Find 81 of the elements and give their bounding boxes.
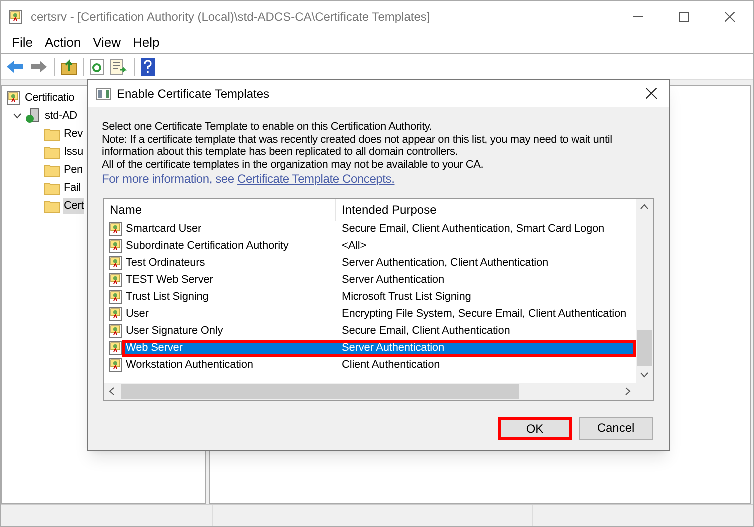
certificate-icon <box>109 324 123 338</box>
template-purpose: Secure Email, Client Authentication <box>342 324 510 339</box>
tree-item[interactable]: Fail <box>63 180 81 196</box>
tree-item[interactable]: Certificatio <box>24 90 75 106</box>
forward-arrow-icon[interactable] <box>30 60 48 74</box>
template-row[interactable]: TEST Web Server Server Authentication <box>125 272 636 288</box>
chevron-icon[interactable] <box>13 113 22 119</box>
folder-icon <box>44 128 60 140</box>
maximize-icon <box>679 12 689 22</box>
template-row[interactable]: Web Server Server Authentication <box>122 340 636 356</box>
close-icon <box>646 88 656 99</box>
tree-item[interactable]: Rev <box>63 126 83 142</box>
certificate-icon <box>109 340 123 356</box>
info-text: For more information, see <box>102 172 234 186</box>
template-purpose: Secure Email, Client Authentication, Smart Card Logon <box>342 222 605 237</box>
template-name: Workstation Authentication <box>126 358 254 373</box>
template-purpose: Client Authentication <box>342 358 440 373</box>
certificate-icon <box>109 256 123 270</box>
folder-icon <box>44 200 60 212</box>
folder-icon <box>44 164 60 176</box>
menu-item[interactable]: File <box>6 33 39 53</box>
back-arrow-icon[interactable] <box>6 60 24 74</box>
cancel-button[interactable]: Cancel <box>579 416 653 440</box>
folder-up-icon[interactable] <box>61 58 77 74</box>
template-name: Trust List Signing <box>126 290 210 305</box>
template-row[interactable]: Smartcard User Secure Email, Client Authentication, Smart Card Logon <box>125 220 636 238</box>
scroll-thumb[interactable] <box>121 384 519 398</box>
horizontal-scrollbar[interactable] <box>104 382 653 400</box>
template-purpose: Encrypting File System, Secure Email, Client Authentication <box>342 306 627 322</box>
certificate-icon <box>109 358 123 372</box>
tree-item[interactable]: Pen <box>63 162 83 178</box>
refresh-icon[interactable] <box>90 58 104 74</box>
help-icon[interactable] <box>141 58 155 76</box>
instruction-text: All of the certificate templates in the organization may not be available to your CA. <box>102 158 485 171</box>
tree-item[interactable]: Issu <box>63 144 84 160</box>
template-name: Smartcard User <box>126 222 203 237</box>
template-row[interactable]: User Signature Only Secure Email, Client Authentication <box>125 322 636 340</box>
server-icon <box>25 108 41 124</box>
instruction-text: Note: If a certificate template that was recently created does not appear on this list, you may need to wait until information about this template has been replicated to all domain controllers. <box>102 134 614 158</box>
certificate-icon <box>109 272 123 288</box>
template-name: Web Server <box>126 340 184 356</box>
window-title: certsrv - [Certification Authority (Local)\std-ADCS-CA\Certificate Templates] <box>31 9 430 26</box>
menu-item[interactable]: Action <box>38 33 88 53</box>
column-header[interactable]: Intended Purpose <box>336 198 636 220</box>
certificate-icon <box>109 306 123 322</box>
template-row[interactable]: User Encrypting File System, Secure Email, Client Authentication <box>125 306 636 322</box>
template-purpose: Server Authentication <box>342 340 444 356</box>
close-icon <box>725 12 735 22</box>
folder-icon <box>44 146 60 158</box>
column-header[interactable]: Name <box>104 198 336 220</box>
certificate-icon <box>7 90 21 106</box>
certificate-icon <box>109 238 123 254</box>
template-name: User Signature Only <box>126 324 224 339</box>
tree-item[interactable]: std-AD <box>44 108 78 124</box>
template-name: User <box>126 306 150 322</box>
vertical-scrollbar[interactable] <box>636 198 653 382</box>
dialog-title: Enable Certificate Templates <box>117 86 270 102</box>
template-purpose: <All> <box>342 238 367 254</box>
dialog-icon <box>96 88 111 100</box>
template-purpose: Microsoft Trust List Signing <box>342 290 472 305</box>
tree-item[interactable]: Cert <box>63 198 84 214</box>
template-row[interactable]: Subordinate Certification Authority <All> <box>125 238 636 254</box>
export-list-icon[interactable] <box>110 58 128 74</box>
certificate-icon <box>109 222 123 236</box>
instruction-text: Select one Certificate Template to enable on this Certification Authority. <box>102 121 434 134</box>
ok-button[interactable]: OK <box>498 416 572 440</box>
template-purpose: Server Authentication <box>342 272 444 288</box>
certificate-icon <box>109 290 123 304</box>
template-name: Test Ordinateurs <box>126 256 206 271</box>
template-row[interactable]: Trust List Signing Microsoft Trust List Signing <box>125 288 636 306</box>
concepts-link[interactable]: Certificate Template Concepts. <box>238 172 395 186</box>
template-purpose: Server Authentication, Client Authentication <box>342 256 549 271</box>
template-name: Subordinate Certification Authority <box>126 238 290 254</box>
template-name: TEST Web Server <box>126 272 214 288</box>
certificate-icon <box>9 10 23 24</box>
template-row[interactable]: Test Ordinateurs Server Authentication, Client Authentication <box>125 254 636 272</box>
folder-icon <box>44 182 60 194</box>
template-row[interactable]: Workstation Authentication Client Authentication <box>125 356 636 374</box>
scroll-thumb[interactable] <box>637 330 652 366</box>
menu-item[interactable]: View <box>87 33 128 53</box>
menu-item[interactable]: Help <box>127 33 166 53</box>
